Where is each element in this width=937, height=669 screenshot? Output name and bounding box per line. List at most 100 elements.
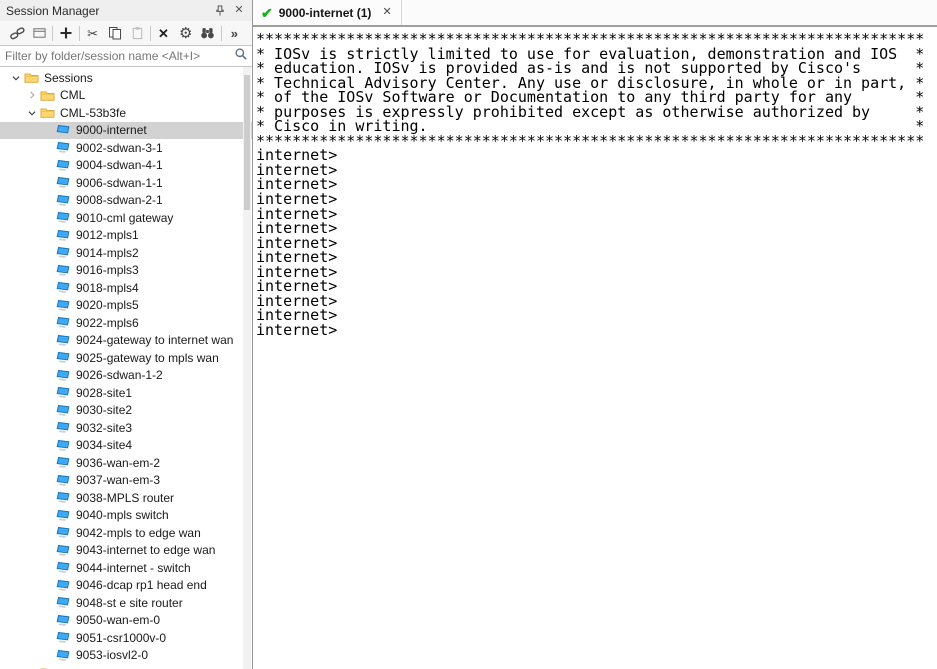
tree-session-9053-iosvl2-0[interactable]: 9053-iosvl2-0 [0, 647, 252, 665]
tree-session-9018-mpls4[interactable]: 9018-mpls4 [0, 279, 252, 297]
tree-folder-partial[interactable] [0, 664, 252, 669]
tree-scrollbar[interactable] [243, 67, 251, 669]
tree-session-9004-sdwan-4-1[interactable]: 9004-sdwan-4-1 [0, 157, 252, 175]
search-icon[interactable] [234, 47, 248, 66]
session-filter-bar [0, 45, 252, 67]
toolbar-separator [150, 26, 151, 41]
session-icon [56, 229, 73, 242]
tree-session-9014-mpls2[interactable]: 9014-mpls2 [0, 244, 252, 262]
session-icon [56, 456, 73, 469]
connect-icon[interactable] [8, 24, 27, 43]
tree-item-label: 9030-site2 [76, 403, 132, 417]
tree-folder-CML[interactable]: CML [0, 87, 252, 105]
pin-icon[interactable] [212, 3, 228, 19]
tree-session-9008-sdwan-2-1[interactable]: 9008-sdwan-2-1 [0, 192, 252, 210]
tree-session-9043-internet-to-edge-wan[interactable]: 9043-internet to edge wan [0, 542, 252, 560]
session-icon [56, 649, 73, 662]
terminal-area[interactable]: ****************************************… [253, 27, 937, 669]
tree-session-9016-mpls3[interactable]: 9016-mpls3 [0, 262, 252, 280]
tree-session-9040-mpls-switch[interactable]: 9040-mpls switch [0, 507, 252, 525]
tree-session-9048-st-e-site-router[interactable]: 9048-st e site router [0, 594, 252, 612]
session-icon [56, 334, 73, 347]
toolbar-separator [79, 26, 80, 41]
terminal-pane: ✔ 9000-internet (1) ✕ ******************… [253, 0, 937, 669]
tree-folder-CML-53b3fe[interactable]: CML-53b3fe [0, 104, 252, 122]
delete-x-icon[interactable]: ✕ [154, 24, 173, 43]
session-icon [56, 299, 73, 312]
toolbar-overflow-icon[interactable]: » [225, 24, 244, 43]
panel-close-icon[interactable]: ✕ [231, 3, 247, 19]
tree-item-label: 9053-iosvl2-0 [76, 648, 148, 662]
toolbar-separator [221, 26, 222, 41]
tree-session-9024-gateway-to-internet-wan[interactable]: 9024-gateway to internet wan [0, 332, 252, 350]
session-icon [56, 526, 73, 539]
tree-item-label: 9026-sdwan-1-2 [76, 368, 163, 382]
tree-session-9020-mpls5[interactable]: 9020-mpls5 [0, 297, 252, 315]
session-icon [56, 281, 73, 294]
tree-session-9050-wan-em-0[interactable]: 9050-wan-em-0 [0, 612, 252, 630]
tree-session-9002-sdwan-3-1[interactable]: 9002-sdwan-3-1 [0, 139, 252, 157]
session-icon [56, 596, 73, 609]
tree-session-9042-mpls-to-edge-wan[interactable]: 9042-mpls to edge wan [0, 524, 252, 542]
tree-session-9051-csr1000v-0[interactable]: 9051-csr1000v-0 [0, 629, 252, 647]
tree-session-9026-sdwan-1-2[interactable]: 9026-sdwan-1-2 [0, 367, 252, 385]
tree-item-label: 9034-site4 [76, 438, 132, 452]
tree-item-label: 9022-mpls6 [76, 316, 139, 330]
tree-session-9000-internet[interactable]: 9000-internet [0, 122, 252, 140]
tree-item-label: Sessions [44, 71, 93, 85]
tree-session-9006-sdwan-1-1[interactable]: 9006-sdwan-1-1 [0, 174, 252, 192]
tree-item-label: 9024-gateway to internet wan [76, 333, 233, 347]
tree-session-9028-site1[interactable]: 9028-site1 [0, 384, 252, 402]
tree-item-label: 9025-gateway to mpls wan [76, 351, 219, 365]
tree-item-label: 9010-cml gateway [76, 211, 173, 225]
session-icon [56, 421, 73, 434]
copy-icon[interactable] [105, 24, 124, 43]
session-icon [56, 491, 73, 504]
tree-session-9012-mpls1[interactable]: 9012-mpls1 [0, 227, 252, 245]
tree-session-9032-site3[interactable]: 9032-site3 [0, 419, 252, 437]
tree-item-label: 9043-internet to edge wan [76, 543, 215, 557]
tree-item-label: 9004-sdwan-4-1 [76, 158, 163, 172]
tree-item-label: 9044-internet - switch [76, 561, 191, 575]
chevron-expanded-icon[interactable] [24, 106, 40, 120]
tree-item-label: 9040-mpls switch [76, 508, 169, 522]
chevron-expanded-icon[interactable] [8, 71, 24, 85]
tree-session-9022-mpls6[interactable]: 9022-mpls6 [0, 314, 252, 332]
session-icon [56, 124, 73, 137]
tree-session-9034-site4[interactable]: 9034-site4 [0, 437, 252, 455]
cut-scissors-icon[interactable]: ✂ [83, 24, 102, 43]
properties-gear-icon[interactable]: ⚙ [176, 24, 195, 43]
tree-session-9046-dcap-rp1-head-end[interactable]: 9046-dcap rp1 head end [0, 577, 252, 595]
tree-session-9038-MPLS-router[interactable]: 9038-MPLS router [0, 489, 252, 507]
tree-session-9037-wan-em-3[interactable]: 9037-wan-em-3 [0, 472, 252, 490]
connect-in-tab-icon[interactable] [30, 24, 49, 43]
app-window: Session Manager ✕ ✂ [0, 0, 937, 669]
tree-session-9036-wan-em-2[interactable]: 9036-wan-em-2 [0, 454, 252, 472]
tree-session-9044-internet---switch[interactable]: 9044-internet - switch [0, 559, 252, 577]
new-session-plus-icon[interactable] [57, 24, 76, 43]
tree-item-label: 9048-st e site router [76, 596, 183, 610]
tree-item-label: 9036-wan-em-2 [76, 456, 160, 470]
session-icon [56, 264, 73, 277]
find-binoculars-icon[interactable] [198, 24, 217, 43]
session-icon [56, 386, 73, 399]
tab-9000-internet[interactable]: ✔ 9000-internet (1) ✕ [254, 0, 402, 25]
tree-item-label: 9006-sdwan-1-1 [76, 176, 163, 190]
session-icon [56, 509, 73, 522]
tree-session-9025-gateway-to-mpls-wan[interactable]: 9025-gateway to mpls wan [0, 349, 252, 367]
toolbar-separator [52, 26, 53, 41]
session-manager-titlebar[interactable]: Session Manager ✕ [0, 0, 252, 21]
tree-folder-Sessions[interactable]: Sessions [0, 69, 252, 87]
tree-session-9010-cml-gateway[interactable]: 9010-cml gateway [0, 209, 252, 227]
tree-item-label: 9042-mpls to edge wan [76, 526, 201, 540]
chevron-collapsed-icon[interactable] [24, 88, 40, 102]
session-icon [56, 439, 73, 452]
paste-icon[interactable] [128, 24, 147, 43]
tree-item-label: 9037-wan-em-3 [76, 473, 160, 487]
tree-session-9030-site2[interactable]: 9030-site2 [0, 402, 252, 420]
tab-close-icon[interactable]: ✕ [382, 7, 391, 18]
session-tree: Sessions CMLCML-53b3fe9000-internet9002-s… [0, 67, 252, 669]
folder-icon [40, 106, 57, 119]
filter-input[interactable] [5, 49, 234, 63]
tree-scrollbar-thumb[interactable] [244, 75, 250, 210]
